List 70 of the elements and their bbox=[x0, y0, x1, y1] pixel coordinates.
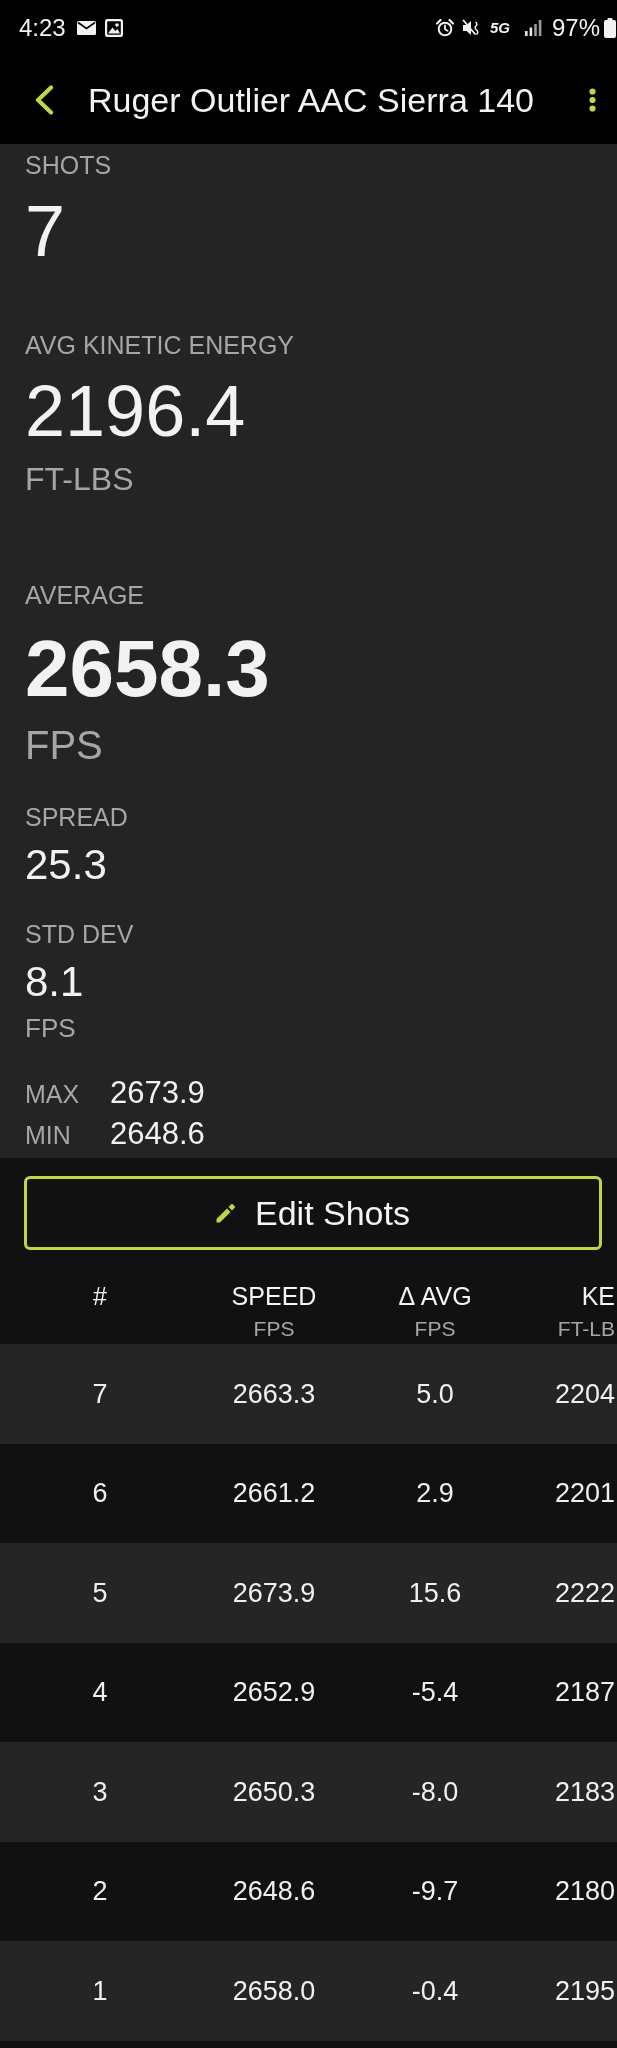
table-cell: -9.7 bbox=[411, 1875, 459, 1908]
stat-value: 7 bbox=[25, 195, 66, 267]
table-cell: 2673.9 bbox=[232, 1576, 316, 1609]
column-unit: FT-LB bbox=[557, 1316, 615, 1342]
table-cell: -0.4 bbox=[411, 1974, 459, 2007]
table-cell: 5.0 bbox=[416, 1377, 454, 1410]
table-cell: 2195 bbox=[554, 1974, 615, 2007]
more-menu-icon[interactable] bbox=[589, 88, 596, 112]
stat-label: AVG KINETIC ENERGY bbox=[25, 330, 295, 360]
stat-label: AVERAGE bbox=[25, 580, 145, 610]
table-cell: 2650.3 bbox=[232, 1775, 316, 1808]
table-cell: 5 bbox=[92, 1576, 108, 1609]
table-cell: 7 bbox=[92, 1377, 108, 1410]
column-header: Δ AVG bbox=[398, 1281, 472, 1311]
pencil-icon bbox=[216, 1203, 236, 1223]
column-unit: FPS bbox=[414, 1316, 456, 1342]
column-header: SPEED bbox=[231, 1281, 317, 1311]
stat-unit: FT-LBS bbox=[25, 460, 134, 498]
table-cell: 2204 bbox=[554, 1377, 615, 1410]
stat-label: STD DEV bbox=[25, 919, 134, 949]
table-cell: 2201 bbox=[554, 1477, 615, 1510]
table-cell: 4 bbox=[92, 1676, 108, 1709]
battery-percent: 97% bbox=[551, 14, 600, 42]
table-cell: 2652.9 bbox=[232, 1676, 316, 1709]
stat-label: MIN bbox=[25, 1120, 72, 1150]
table-cell: 2661.2 bbox=[232, 1477, 316, 1510]
stat-value: 8.1 bbox=[25, 958, 84, 1006]
battery-icon bbox=[604, 18, 616, 38]
table-cell: -5.4 bbox=[411, 1676, 459, 1709]
network-type-label: 5G bbox=[489, 19, 510, 37]
table-cell: 1 bbox=[92, 1974, 108, 2007]
signal-bars-icon bbox=[524, 20, 542, 36]
stat-label: MAX bbox=[25, 1079, 81, 1109]
table-cell: -8.0 bbox=[411, 1775, 459, 1808]
column-unit: FPS bbox=[253, 1316, 295, 1342]
stat-label: SHOTS bbox=[25, 150, 112, 180]
table-cell: 2180 bbox=[554, 1875, 615, 1908]
table-cell: 2663.3 bbox=[232, 1377, 316, 1410]
table-cell: 2187 bbox=[554, 1676, 615, 1709]
table-row[interactable]: 5 2673.9 15.6 2222 bbox=[0, 1543, 617, 1643]
muted-speaker-icon bbox=[461, 19, 480, 37]
edit-shots-button[interactable]: Edit Shots bbox=[24, 1176, 602, 1250]
table-cell: 2648.6 bbox=[232, 1875, 316, 1908]
stat-value: 2658.3 bbox=[25, 629, 270, 709]
stat-value: 2648.6 bbox=[110, 1115, 205, 1153]
column-header: # bbox=[93, 1281, 107, 1311]
table-cell: 2 bbox=[92, 1875, 108, 1908]
column-header: KE bbox=[581, 1281, 615, 1311]
status-time: 4:23 bbox=[19, 14, 66, 42]
stat-label: SPREAD bbox=[25, 802, 128, 832]
table-cell: 2658.0 bbox=[232, 1974, 316, 2007]
image-icon bbox=[104, 19, 123, 37]
table-cell: 2.9 bbox=[416, 1477, 454, 1510]
table-row[interactable]: 1 2658.0 -0.4 2195 bbox=[0, 1941, 617, 2041]
stat-unit: FPS bbox=[25, 1013, 76, 1043]
table-cell: 2183 bbox=[554, 1775, 615, 1808]
screen-title: Ruger Outlier AAC Sierra 140 bbox=[88, 80, 535, 120]
table-cell: 2222 bbox=[554, 1576, 615, 1609]
alarm-clock-icon bbox=[435, 19, 454, 37]
back-icon[interactable] bbox=[34, 85, 54, 115]
table-row[interactable]: 3 2650.3 -8.0 2183 bbox=[0, 1742, 617, 1842]
stat-value: 25.3 bbox=[25, 841, 107, 889]
table-cell: 15.6 bbox=[408, 1576, 462, 1609]
stat-unit: FPS bbox=[25, 722, 103, 768]
stat-value: 2196.4 bbox=[25, 375, 246, 447]
envelope-icon bbox=[76, 21, 96, 35]
stat-value: 2673.9 bbox=[110, 1074, 205, 1112]
table-row[interactable]: 7 2663.3 5.0 2204 bbox=[0, 1344, 617, 1444]
table-cell: 6 bbox=[92, 1477, 108, 1510]
table-cell: 3 bbox=[92, 1775, 108, 1808]
